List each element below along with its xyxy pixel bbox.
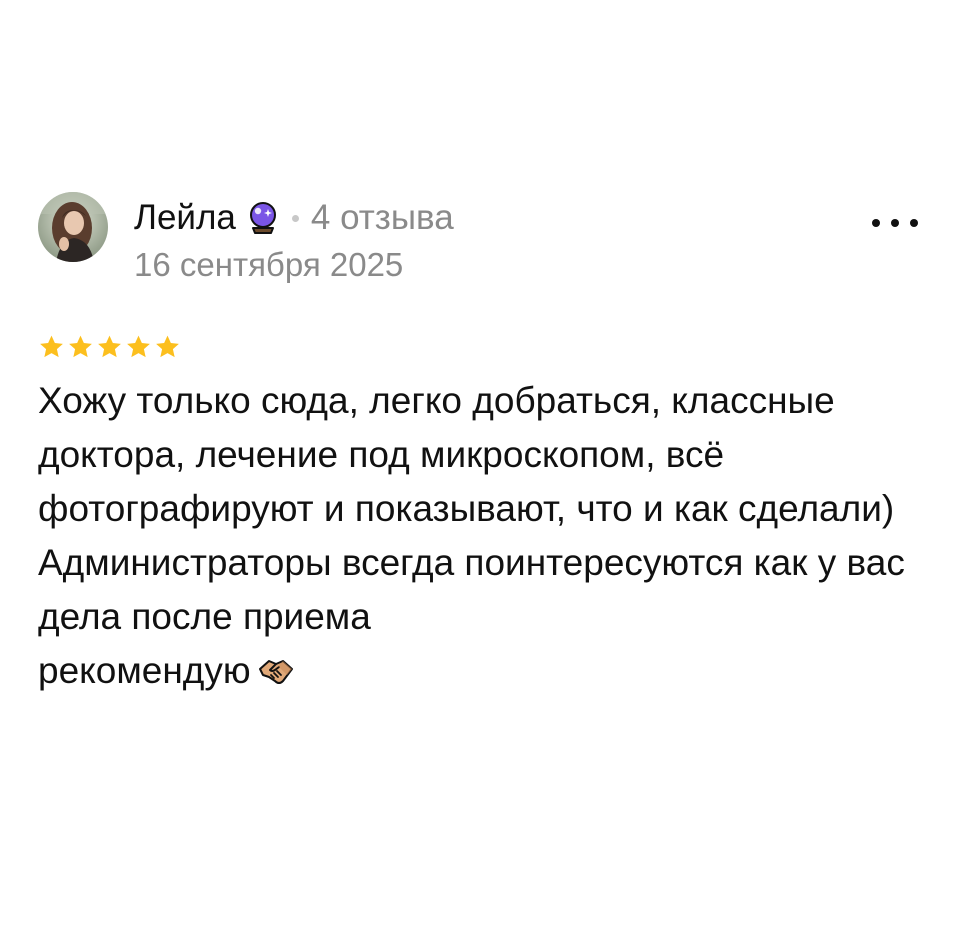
star-icon [156, 335, 179, 358]
star-icon [98, 335, 121, 358]
more-horizontal-icon-dot [891, 219, 899, 227]
more-horizontal-icon-dot [910, 219, 918, 227]
review-paragraph: Администраторы всегда поинтересуются как… [38, 542, 905, 637]
rating-stars [38, 334, 183, 360]
star-icon [40, 335, 63, 358]
review-text: Хожу только сюда, легко добраться, класс… [38, 374, 928, 698]
review-card: Лейла 4 отзыва 16 сентября 2025 Хожу тол… [0, 0, 954, 944]
review-paragraph-text: рекомендую [38, 650, 251, 691]
more-horizontal-icon-dot [872, 219, 880, 227]
avatar-photo [38, 192, 108, 262]
star-icon [69, 335, 92, 358]
crystal-ball-icon[interactable] [246, 201, 280, 235]
handshake-icon [257, 648, 295, 684]
separator-dot [291, 214, 299, 222]
review-date: 16 сентября 2025 [134, 246, 404, 283]
review-paragraph: Хожу только сюда, легко добраться, класс… [38, 380, 895, 529]
more-options-button[interactable] [872, 210, 918, 236]
review-header: Лейла 4 отзыва 16 сентября 2025 [38, 192, 918, 292]
author-line: Лейла 4 отзыва [134, 196, 454, 240]
author-avatar[interactable] [38, 192, 108, 262]
review-paragraph-last: рекомендую [38, 644, 928, 698]
author-name[interactable]: Лейла [134, 198, 236, 238]
author-reviews-count[interactable]: 4 отзыва [311, 198, 454, 238]
star-icon [127, 335, 150, 358]
